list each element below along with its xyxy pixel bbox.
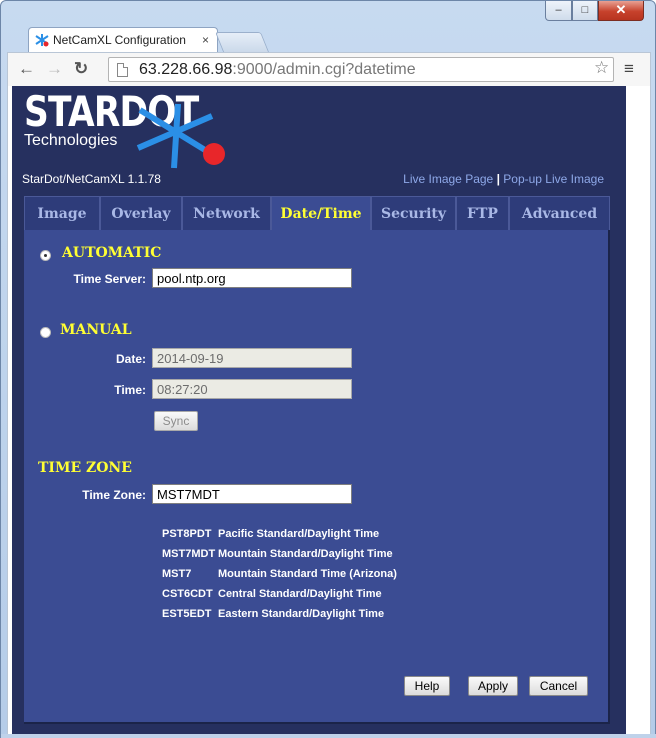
live-image-link[interactable]: Live Image Page (403, 172, 493, 186)
time-zone-list-item: PST8PDT Pacific Standard/Daylight Time (162, 524, 397, 544)
manual-radio[interactable] (40, 327, 51, 338)
menu-icon[interactable]: ≡ (624, 59, 634, 79)
help-button[interactable]: Help (404, 676, 450, 696)
apply-button[interactable]: Apply (468, 676, 518, 696)
stardot-favicon-icon (35, 34, 49, 47)
tz-description: Mountain Standard Time (Arizona) (218, 568, 397, 580)
date-time-panel: AUTOMATIC Time Server: MANUAL Date: Time… (24, 230, 610, 724)
cancel-button[interactable]: Cancel (529, 676, 588, 696)
window-bottom-edge (1, 734, 656, 738)
close-window-button[interactable]: ✕ (598, 1, 644, 21)
tab-date-time[interactable]: Date/Time (271, 196, 371, 230)
tab-image[interactable]: Image (24, 196, 100, 230)
page-viewport: STARDOT Technologies StarDot/NetCamXL 1.… (7, 86, 651, 734)
tab-network[interactable]: Network (182, 196, 271, 230)
tab-title: NetCamXL Configuration (53, 33, 186, 47)
tz-code: PST8PDT (162, 528, 212, 540)
time-zone-list-item: MST7MDT Mountain Standard/Daylight Time (162, 544, 397, 564)
link-separator: | (496, 172, 500, 186)
url-path: :9000/admin.cgi?datetime (232, 61, 416, 78)
tab-ftp[interactable]: FTP (456, 196, 509, 230)
time-zone-label: Time Zone: (82, 488, 146, 502)
address-bar[interactable]: 63.228.66.98:9000/admin.cgi?datetime (108, 57, 614, 82)
time-label: Time: (114, 383, 146, 397)
time-zone-list-item: MST7 Mountain Standard Time (Arizona) (162, 564, 397, 584)
forward-arrow-icon[interactable]: → (46, 59, 63, 79)
time-zone-heading: TIME ZONE (38, 460, 132, 476)
tz-description: Pacific Standard/Daylight Time (218, 528, 380, 540)
stardot-logo: STARDOT Technologies (24, 90, 237, 169)
tz-description: Central Standard/Daylight Time (218, 588, 382, 600)
time-input[interactable] (152, 379, 352, 399)
time-zone-input[interactable] (152, 484, 352, 504)
firmware-version: StarDot/NetCamXL 1.1.78 (22, 172, 161, 186)
page-body: STARDOT Technologies StarDot/NetCamXL 1.… (12, 86, 626, 734)
date-input[interactable] (152, 348, 352, 368)
manual-heading: MANUAL (60, 322, 132, 338)
time-zone-list: PST8PDT Pacific Standard/Daylight Time M… (162, 524, 397, 624)
top-links: Live Image Page | Pop-up Live Image (403, 172, 604, 186)
settings-tabs: Image Overlay Network Date/Time Security… (24, 196, 610, 230)
time-zone-list-item: CST6CDT Central Standard/Daylight Time (162, 584, 397, 604)
page-icon (117, 63, 128, 77)
bookmark-star-icon[interactable]: ☆ (594, 58, 609, 78)
url-host: 63.228.66.98 (139, 61, 233, 78)
tz-code: MST7 (162, 568, 192, 580)
popup-live-image-link[interactable]: Pop-up Live Image (503, 172, 604, 186)
browser-window: – □ ✕ NetCamXL Configuration × ← → ↻ 63.… (0, 0, 656, 738)
tz-description: Mountain Standard/Daylight Time (218, 548, 393, 560)
tab-advanced[interactable]: Advanced (509, 196, 610, 230)
tz-code: MST7MDT (162, 548, 216, 560)
back-arrow-icon[interactable]: ← (18, 59, 35, 79)
browser-toolbar: ← → ↻ 63.228.66.98:9000/admin.cgi?dateti… (7, 52, 651, 86)
tab-overlay[interactable]: Overlay (100, 196, 182, 230)
sync-button[interactable]: Sync (154, 411, 198, 431)
tz-description: Eastern Standard/Daylight Time (218, 608, 385, 620)
time-server-input[interactable] (152, 268, 352, 288)
automatic-heading: AUTOMATIC (62, 245, 162, 261)
minimize-button[interactable]: – (545, 1, 572, 21)
browser-tab[interactable]: NetCamXL Configuration × (28, 27, 218, 53)
tab-close-icon[interactable]: × (202, 28, 209, 52)
time-server-label: Time Server: (73, 272, 147, 286)
reload-icon[interactable]: ↻ (74, 59, 88, 79)
automatic-radio[interactable] (40, 250, 51, 261)
maximize-button[interactable]: □ (572, 1, 598, 21)
stardot-star-icon (136, 103, 225, 169)
tab-security[interactable]: Security (371, 196, 456, 230)
new-tab-button[interactable] (214, 32, 270, 52)
tz-code: CST6CDT (162, 588, 213, 600)
time-zone-list-item: EST5EDT Eastern Standard/Daylight Time (162, 604, 397, 624)
date-label: Date: (115, 352, 146, 366)
tz-code: EST5EDT (162, 608, 212, 620)
